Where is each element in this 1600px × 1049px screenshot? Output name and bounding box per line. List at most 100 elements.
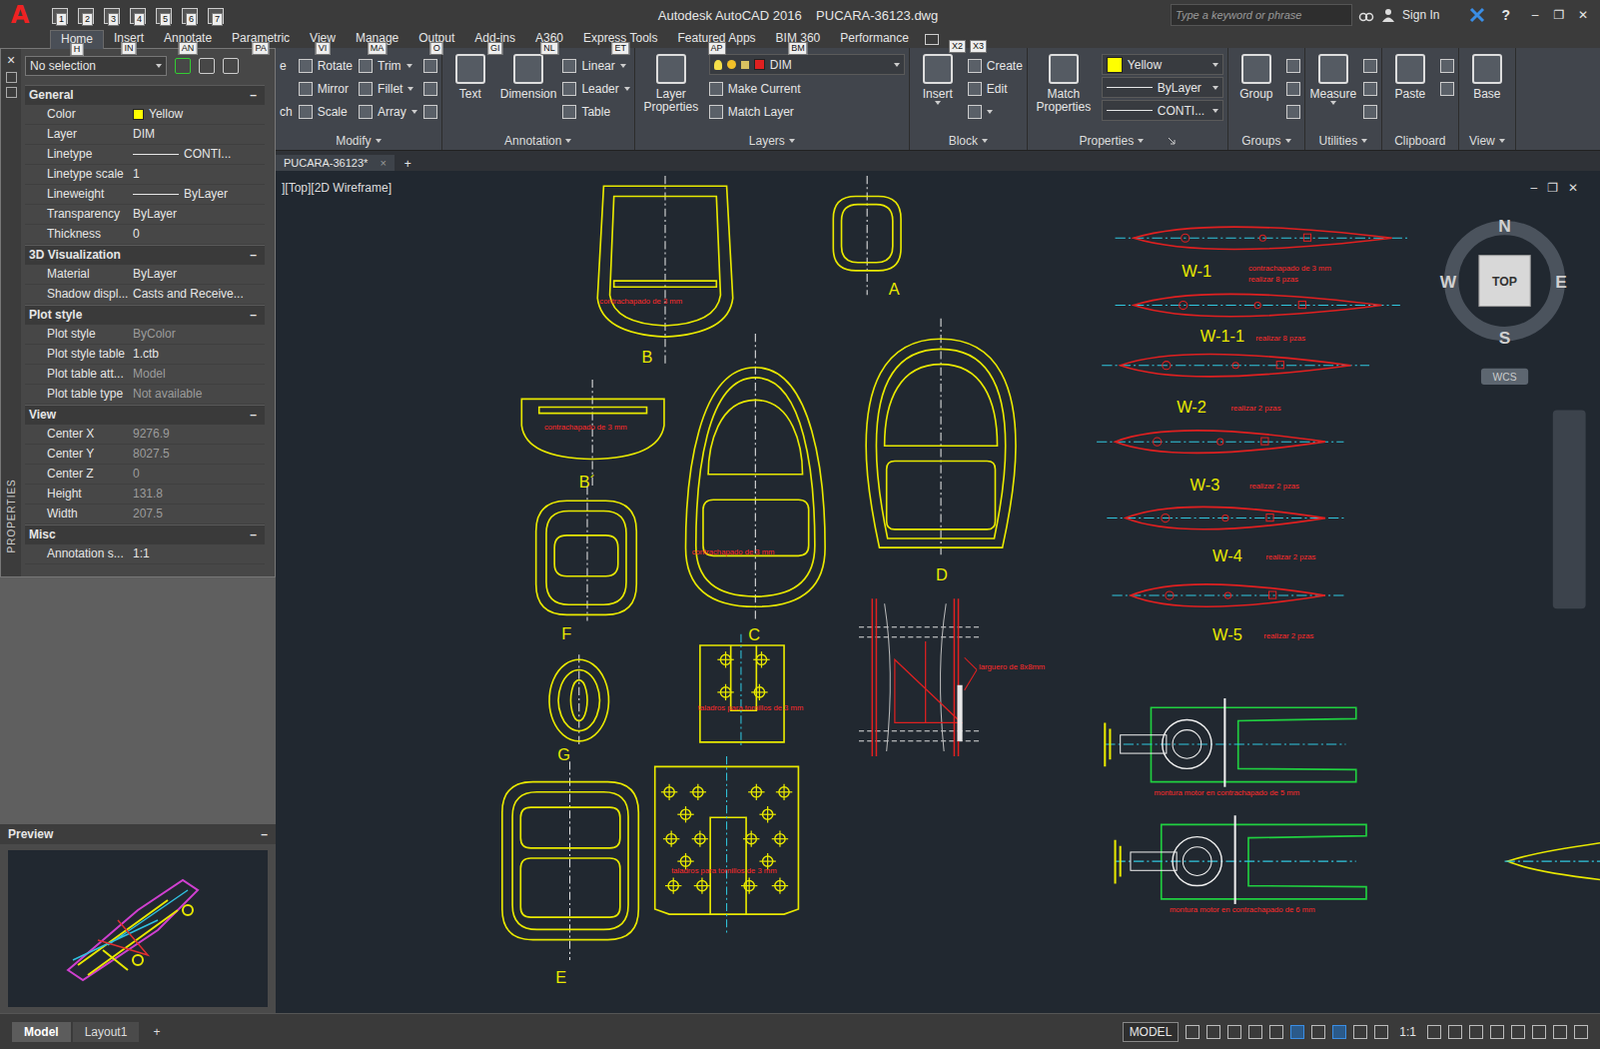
exchange-x-icon[interactable] [1469,6,1486,23]
quick-access-button[interactable]: 3 [101,4,122,25]
status-toggle-icon[interactable] [1311,1024,1326,1039]
wing-rib[interactable]: W-1contrachapado de 3 mmrealizar 8 pzas [1115,226,1412,284]
large-ribbon-button[interactable]: Text [446,53,495,101]
property-row[interactable]: Lineweight ByLayer [24,184,265,205]
property-row[interactable]: Center Z 0 [24,464,265,485]
status-toggle-icon[interactable] [1332,1024,1347,1039]
large-ribbon-button[interactable]: Dimension [500,53,558,101]
window-control-button[interactable]: ❐ [1550,7,1569,22]
quick-access-button[interactable]: 5 [153,4,174,25]
property-row[interactable]: Center X 9276.9 [24,424,265,445]
large-ribbon-button[interactable]: Paste [1386,53,1435,101]
ribbon-icon-button[interactable] [423,76,438,100]
panel-title[interactable]: Properties [1031,131,1224,150]
ribbon-button[interactable]: e [279,53,293,77]
selection-dropdown[interactable]: No selection [24,55,167,76]
drawing-canvas[interactable]: Bcontrachapado de 3 mmAB´contrachapado d… [275,170,1600,1013]
status-toggle-icon[interactable] [1469,1024,1484,1039]
palette-settings-icon[interactable] [5,86,17,98]
close-tab-button[interactable]: × [379,156,386,169]
application-menu-button[interactable]: A [0,0,40,30]
property-row[interactable]: Plot style ByColor [24,324,265,345]
binoculars-icon[interactable] [1358,6,1375,23]
property-dropdown[interactable]: ByLayer [1101,76,1224,98]
property-row[interactable]: Center Y 8027.5 [24,444,265,465]
status-toggle-icon[interactable] [1185,1024,1200,1039]
ribbon-button[interactable]: Linear [562,53,630,77]
ribbon-icon-button[interactable] [1286,76,1301,100]
spar-detail[interactable]: larguero de 8x8mm [858,598,1045,757]
panel-title[interactable]: Modify [279,131,438,150]
property-row[interactable]: Transparency ByLayer [24,204,265,225]
property-row[interactable]: Shadow displ... Casts and Receive... [24,284,265,305]
new-tab-button[interactable]: + [394,156,422,171]
quick-select-icon[interactable] [222,57,239,74]
cad-part[interactable]: D [865,318,1016,584]
section-header[interactable]: General– [24,84,265,105]
ribbon-tab[interactable]: ViewVI [299,29,346,48]
panel-title[interactable]: Annotation [446,131,631,150]
ribbon-tab[interactable]: ParametricPA [221,29,300,48]
large-ribbon-button[interactable]: Match Properties [1031,53,1096,114]
ribbon-tab[interactable]: InsertIN [103,29,154,48]
ribbon-icon-button[interactable] [967,99,1023,123]
ribbon-button[interactable]: Trim [358,53,418,77]
ribbon-button[interactable]: Edit [967,76,1023,100]
status-toggle-icon[interactable] [1290,1024,1305,1039]
window-control-button[interactable]: ✕ [1574,7,1593,22]
window-control-button[interactable]: – [1526,7,1545,22]
viewport-window-button[interactable]: ❐ [1547,180,1559,195]
property-row[interactable]: Layer DIM [24,124,265,145]
sign-in-button[interactable]: Sign In [1402,7,1440,22]
ribbon-button[interactable]: Create [967,53,1023,77]
wing-rib[interactable]: W-2realizar 2 pzas [1101,353,1370,415]
ribbon-button[interactable]: Mirror [298,76,353,100]
property-dropdown[interactable]: CONTI... [1101,99,1224,121]
cad-plate[interactable]: taladros para tornillos de 3 mm [655,756,800,934]
property-row[interactable]: Color Yellow [24,104,265,125]
quick-access-button[interactable]: 4 [127,4,148,25]
navigation-bar[interactable] [1553,410,1587,610]
quick-access-button[interactable]: 7 [205,4,226,25]
ribbon-tab[interactable]: BIM 360BM [766,29,831,48]
new-layout-button[interactable]: + [140,1021,172,1042]
ribbon-button[interactable]: Match Layer [709,99,905,123]
ribbon-tab[interactable]: Featured AppsAP [668,29,767,48]
model-space-button[interactable]: MODEL [1122,1021,1180,1042]
property-row[interactable]: Plot style table 1.ctb [24,344,265,365]
status-toggle-icon[interactable] [1574,1024,1589,1039]
panel-title[interactable]: Clipboard [1386,131,1455,150]
ribbon-tab[interactable]: Express ToolsET [573,29,668,48]
large-ribbon-button[interactable]: Layer Properties [639,53,704,114]
wing-rib[interactable]: W-5realizar 2 pzas [1111,584,1344,644]
cad-part[interactable]: F [536,486,638,643]
panel-title[interactable]: Block [913,131,1023,150]
layer-dropdown[interactable]: DIM [709,53,905,75]
large-ribbon-button[interactable]: Group [1232,53,1281,101]
property-dropdown[interactable]: Yellow [1101,53,1224,75]
ribbon-icon-button[interactable] [1440,53,1455,77]
status-toggle-icon[interactable] [1553,1024,1568,1039]
status-toggle-icon[interactable] [1427,1024,1442,1039]
wing-rib[interactable]: W-4realizar 2 pzas [1106,506,1344,565]
layout-tab[interactable]: Layout1 [72,1021,140,1042]
ribbon-button[interactable]: Make Current [709,76,905,100]
ribbon-button[interactable]: Table [562,99,630,123]
status-toggle-icon[interactable] [1248,1024,1263,1039]
palette-close-button[interactable]: × [6,51,15,68]
ribbon-icon-button[interactable] [1363,99,1378,123]
ribbon-options-icon[interactable] [924,33,939,45]
ribbon-icon-button[interactable] [1363,53,1378,77]
toggle-pickadd-icon[interactable] [174,57,191,74]
property-row[interactable]: Width 207.5 [24,504,265,525]
cad-part[interactable]: E [502,761,640,986]
document-tab[interactable]: PUCARA-36123*× [275,154,395,171]
help-button[interactable]: ? [1501,6,1511,23]
panel-title[interactable]: Layers [639,131,905,150]
panel-title[interactable]: View [1463,131,1512,150]
search-field[interactable]: Type a keyword or phrase [1170,3,1353,26]
quick-access-button[interactable]: 6 [179,4,200,25]
property-row[interactable]: Linetype CONTI... [24,144,265,165]
quick-access-button[interactable]: 1 [49,4,70,25]
ribbon-button[interactable]: ch [279,99,293,123]
